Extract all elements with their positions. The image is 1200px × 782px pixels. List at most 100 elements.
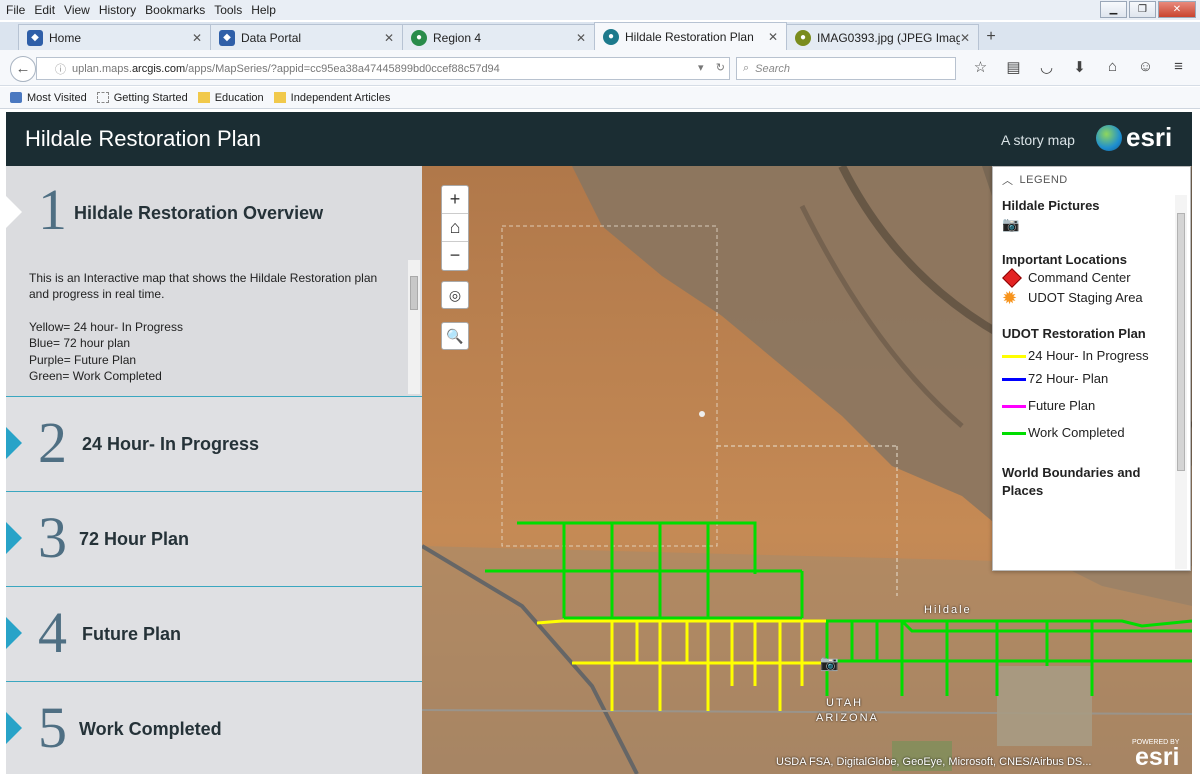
bookmark-star-icon[interactable]: ☆: [964, 58, 997, 76]
close-window-button[interactable]: ✕: [1158, 1, 1196, 18]
map-view[interactable]: Hildale UTAH ARIZONA 📷 + ⌂ − ◎ 🔍 ︿ LEGEN…: [422, 166, 1192, 774]
legend-label: 72 Hour- Plan: [1028, 371, 1109, 386]
reload-icon[interactable]: ▾ ↻: [698, 61, 725, 74]
url-prefix: uplan.maps.: [72, 62, 132, 75]
bookmark-getting-started[interactable]: Getting Started: [96, 92, 188, 104]
menu-tools[interactable]: Tools: [214, 3, 242, 17]
blue-line-icon: [1002, 377, 1028, 381]
section-72-hour[interactable]: 3 72 Hour Plan: [6, 492, 422, 587]
folder-icon: [197, 92, 210, 103]
section-future-plan[interactable]: 4 Future Plan: [6, 587, 422, 682]
legend-group-important-locations: Important Locations: [1002, 252, 1127, 267]
back-button[interactable]: ←: [10, 56, 36, 82]
map-search-button[interactable]: 🔍: [441, 322, 469, 350]
tab-data-portal[interactable]: ◆ Data Portal ✕: [210, 24, 403, 50]
legend-item-udot-staging: ✹ UDOT Staging Area: [1002, 289, 1162, 307]
page-title: Hildale Restoration Plan: [25, 126, 262, 151]
menu-icon[interactable]: ≡: [1162, 58, 1195, 76]
red-diamond-icon: [1002, 268, 1028, 288]
map-label-hildale: Hildale: [924, 604, 972, 616]
close-tab-icon[interactable]: ✕: [192, 31, 202, 45]
maximize-button[interactable]: ❐: [1129, 1, 1156, 18]
scroll-thumb[interactable]: [1177, 213, 1185, 471]
download-icon[interactable]: ⬇: [1063, 58, 1096, 76]
image-icon: ●: [795, 29, 811, 46]
minimize-button[interactable]: ▁: [1100, 1, 1127, 18]
tab-label: Home: [49, 30, 82, 45]
esri-globe-icon: [1096, 124, 1122, 151]
menu-edit[interactable]: Edit: [34, 3, 55, 17]
section-number: 5: [38, 695, 67, 760]
legend-line-purple: Purple= Future Plan: [29, 352, 137, 367]
map-label-arizona: ARIZONA: [816, 712, 879, 724]
section-overview[interactable]: 1 Hildale Restoration Overview This is a…: [6, 166, 422, 397]
tab-label: Data Portal: [241, 30, 302, 45]
close-tab-icon[interactable]: ✕: [960, 31, 970, 45]
legend-label: Work Completed: [1028, 425, 1125, 440]
bookmark-label: Most Visited: [27, 91, 87, 104]
bookmark-most-visited[interactable]: Most Visited: [10, 92, 87, 104]
home-icon[interactable]: ⌂: [1096, 58, 1129, 76]
search-input[interactable]: ⌕ Search: [736, 57, 956, 80]
pocket-icon[interactable]: ◡: [1030, 58, 1063, 76]
overview-description: This is an Interactive map that shows th…: [29, 270, 395, 384]
bookmark-independent-articles[interactable]: Independent Articles: [273, 92, 390, 104]
locate-button[interactable]: ◎: [441, 281, 469, 309]
section-work-completed[interactable]: 5 Work Completed: [6, 682, 422, 774]
zoom-in-button[interactable]: +: [442, 186, 468, 214]
powered-by-esri-logo[interactable]: POWERED BY esri: [1132, 739, 1179, 770]
close-tab-icon[interactable]: ✕: [384, 31, 394, 45]
camera-icon[interactable]: 📷: [820, 654, 839, 672]
legend-item-future-plan: Future Plan: [1002, 397, 1162, 415]
description-scrollbar[interactable]: [408, 260, 420, 394]
app-header: Hildale Restoration Plan A story map esr…: [6, 112, 1192, 166]
expand-arrow-icon: [6, 196, 22, 228]
menu-help[interactable]: Help: [251, 3, 276, 17]
legend-group-hildale-pictures: Hildale Pictures: [1002, 198, 1100, 213]
series-panel: 1 Hildale Restoration Overview This is a…: [6, 166, 422, 774]
bookmark-education[interactable]: Education: [197, 91, 264, 104]
tab-image[interactable]: ● IMAG0393.jpg (JPEG Image... ✕: [786, 24, 979, 50]
url-path: /apps/MapSeries/?appid=cc95ea38a47445899…: [185, 62, 500, 75]
menu-bookmarks[interactable]: Bookmarks: [145, 3, 205, 17]
green-line-icon: [1002, 431, 1028, 435]
tab-region-4[interactable]: ● Region 4 ✕: [402, 24, 595, 50]
menu-bar: File Edit View History Bookmarks Tools H…: [0, 0, 1200, 20]
most-visited-icon: [10, 92, 22, 103]
section-title: 72 Hour Plan: [79, 529, 190, 549]
home-extent-button[interactable]: ⌂: [442, 214, 468, 242]
reading-list-icon[interactable]: ▤: [997, 58, 1030, 76]
bookmark-label: Education: [214, 91, 264, 104]
legend-group-world-boundaries: World Boundaries and Places: [1002, 465, 1141, 498]
site-info-icon[interactable]: ⓘ: [55, 61, 66, 77]
chat-icon[interactable]: ☺: [1129, 58, 1162, 76]
esri-logo[interactable]: esri: [1096, 122, 1172, 153]
tab-home[interactable]: ◆ Home ✕: [18, 24, 211, 50]
section-title: 24 Hour- In Progress: [82, 434, 260, 454]
window-controls: ▁ ❐ ✕: [1098, 1, 1196, 18]
new-tab-button[interactable]: +: [978, 24, 1004, 50]
section-number: 2: [38, 410, 67, 475]
yellow-line-icon: [1002, 354, 1028, 358]
section-24-hour[interactable]: 2 24 Hour- In Progress: [6, 397, 422, 492]
section-number: 4: [38, 600, 67, 665]
legend-item-picture: 📷: [1002, 215, 1162, 233]
url-bar[interactable]: ⓘ uplan.maps. arcgis.com/apps/MapSeries/?…: [36, 57, 730, 80]
close-tab-icon[interactable]: ✕: [768, 30, 778, 44]
story-map-tagline[interactable]: A story map: [1001, 132, 1075, 148]
legend-label: UDOT Staging Area: [1028, 290, 1143, 305]
menu-view[interactable]: View: [64, 3, 90, 17]
search-icon: ⌕: [743, 62, 750, 74]
legend-header[interactable]: ︿ LEGEND: [993, 167, 1190, 193]
expand-arrow-icon: [6, 522, 22, 554]
legend-label: Future Plan: [1028, 398, 1096, 413]
map-attribution[interactable]: USDA FSA, DigitalGlobe, GeoEye, Microsof…: [776, 756, 1091, 768]
tab-hildale-restoration-plan[interactable]: ● Hildale Restoration Plan ✕: [594, 22, 787, 50]
legend-scrollbar[interactable]: [1175, 195, 1187, 569]
sun-icon: ✹: [1002, 288, 1018, 308]
close-tab-icon[interactable]: ✕: [576, 31, 586, 45]
menu-history[interactable]: History: [99, 3, 136, 17]
scroll-thumb[interactable]: [410, 276, 418, 310]
menu-file[interactable]: File: [6, 3, 25, 17]
zoom-out-button[interactable]: −: [442, 242, 468, 270]
